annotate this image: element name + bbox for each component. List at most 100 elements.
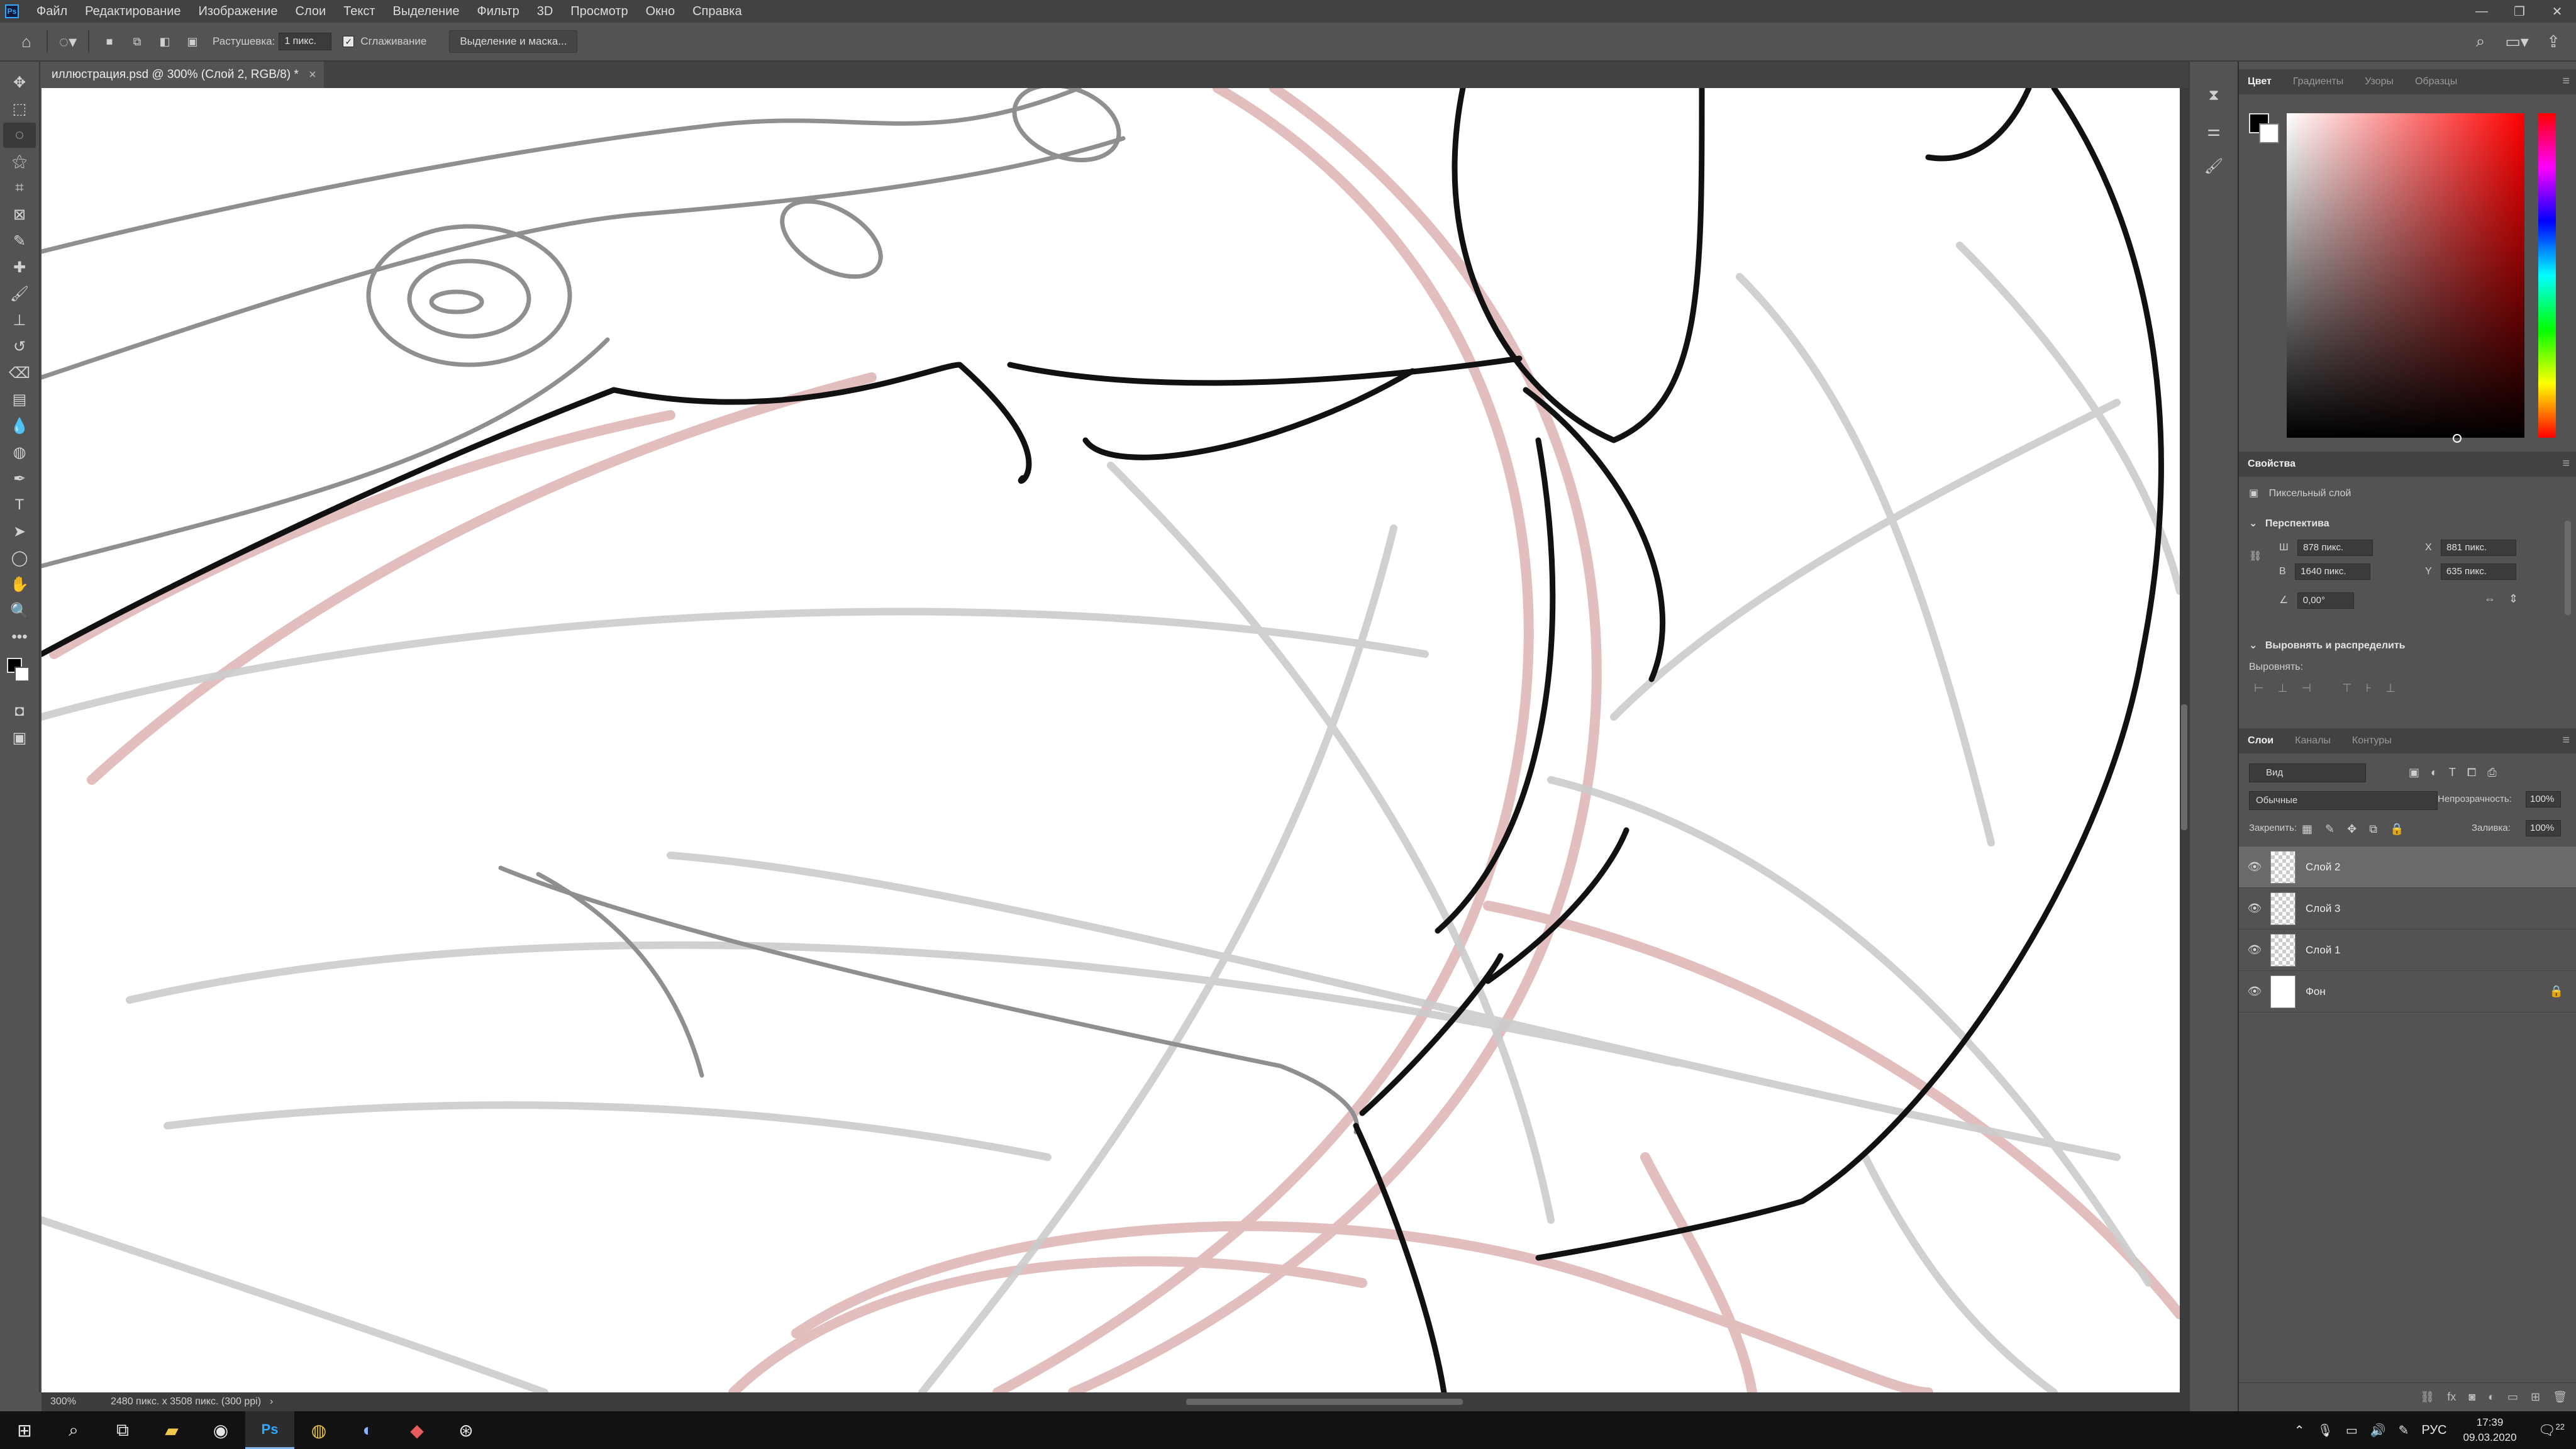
fill-field[interactable]: 100% [2526,820,2561,836]
share-icon[interactable]: ⇪ [2540,28,2567,55]
intersect-selection-icon[interactable]: ▣ [179,28,206,55]
lock-transparency-icon[interactable]: ▦ [2302,823,2312,836]
vertical-scrollbar-thumb[interactable] [2181,704,2187,830]
menu-3d[interactable]: 3D [528,0,562,23]
visibility-eye-icon[interactable]: 👁 [2239,943,2270,957]
new-layer-icon[interactable]: ⊞ [2531,1391,2540,1404]
menu-layers[interactable]: Слои [287,0,335,23]
add-mask-icon[interactable]: ◙ [2468,1391,2475,1404]
layer-row[interactable]: 👁 Слой 2 [2239,847,2576,888]
layer-name[interactable]: Слой 2 [2306,861,2341,874]
app-icon[interactable]: ◉ [196,1411,245,1449]
marquee-tool-icon[interactable]: ⬚ [3,96,36,121]
panel-menu-icon[interactable]: ≡ [2562,74,2570,89]
lock-position-icon[interactable]: ✥ [2347,823,2357,836]
tab-paths[interactable]: Контуры [2352,728,2392,753]
tab-properties[interactable]: Свойства [2248,452,2296,477]
add-selection-icon[interactable]: ⧉ [123,28,151,55]
visibility-eye-icon[interactable]: 👁 [2239,985,2270,998]
menu-view[interactable]: Просмотр [562,0,636,23]
menu-filter[interactable]: Фильтр [469,0,528,23]
background-color-swatch[interactable] [14,667,30,682]
layer-lock-icon[interactable]: 🔒 [2550,985,2563,998]
visibility-eye-icon[interactable]: 👁 [2239,902,2270,915]
menu-file[interactable]: Файл [28,0,76,23]
new-selection-icon[interactable]: ■ [96,28,123,55]
blend-mode-select[interactable]: Обычные [2249,791,2438,810]
hand-tool-icon[interactable]: ✋ [3,572,36,597]
artwork-canvas[interactable] [42,88,2180,1392]
flip-horizontal-icon[interactable]: ⇔ [2484,592,2496,605]
horizontal-scrollbar-thumb[interactable] [1186,1399,1463,1405]
notifications-icon[interactable]: 🗨22 [2527,1422,2576,1438]
antialias-checkbox[interactable]: ✓ [343,36,355,47]
chevron-up-icon[interactable]: ⌃ [2288,1423,2311,1438]
lock-pixels-icon[interactable]: ✎ [2325,823,2334,836]
language-indicator[interactable]: РУС [2415,1423,2453,1438]
tab-gradients[interactable]: Градиенты [2293,69,2343,94]
vertical-scrollbar[interactable] [2180,88,2189,1392]
screen-mode-icon[interactable]: ▣ [3,725,36,750]
color-picker-marker[interactable] [2453,434,2462,443]
tab-swatches[interactable]: Образцы [2415,69,2457,94]
app-icon[interactable]: ◆ [392,1411,441,1449]
canvas-area[interactable] [42,88,2189,1392]
filter-type-icon[interactable]: T [2449,766,2456,779]
align-section[interactable]: ⌄ Выровнять и распределить [2249,639,2406,652]
link-layers-icon[interactable]: ⛓ [2420,1391,2434,1404]
close-tab-icon[interactable]: × [309,62,316,88]
menu-help[interactable]: Справка [684,0,750,23]
status-more-icon[interactable]: › [270,1396,273,1407]
lasso-tool-icon[interactable]: ◌ [3,123,36,148]
filter-pixel-icon[interactable]: ▣ [2409,766,2419,779]
y-field[interactable]: 635 пикс. [2440,564,2516,580]
width-field[interactable]: 878 пикс. [2297,540,2373,556]
workspace-icon[interactable]: ▭▾ [2503,28,2531,55]
new-group-icon[interactable]: ▭ [2507,1391,2518,1404]
panel-background-swatch[interactable] [2259,123,2279,143]
document-info[interactable]: 2480 пикс. x 3508 пикс. (300 ppi) [98,1396,261,1407]
layer-row[interactable]: 👁 Фон 🔒 [2239,971,2576,1013]
menu-image[interactable]: Изображение [190,0,287,23]
filter-adjustment-icon[interactable]: ◐ [2431,766,2438,779]
filter-shape-icon[interactable]: ⧠ [2467,766,2476,779]
layer-name[interactable]: Слой 3 [2306,902,2341,915]
menu-type[interactable]: Текст [335,0,384,23]
clone-stamp-tool-icon[interactable]: ⊥ [3,308,36,333]
tab-layers[interactable]: Слои [2248,728,2273,753]
menu-edit[interactable]: Редактирование [76,0,189,23]
tab-channels[interactable]: Каналы [2295,728,2331,753]
menu-select[interactable]: Выделение [384,0,469,23]
layer-name[interactable]: Фон [2306,985,2326,998]
layer-style-icon[interactable]: fx [2447,1391,2456,1404]
search-icon[interactable]: ⌕ [49,1411,98,1449]
feather-input[interactable]: 1 пикс. [279,33,332,50]
adjustments-panel-icon[interactable]: ⚌ [2200,117,2228,145]
minimize-icon[interactable]: — [2463,0,2501,23]
flip-vertical-icon[interactable]: ⇕ [2509,592,2518,605]
pen-workspace-icon[interactable]: ✎ [2392,1423,2416,1438]
app-icon[interactable]: ◐ [343,1411,392,1449]
healing-brush-tool-icon[interactable]: ✚ [3,255,36,280]
document-tab[interactable]: иллюстрация.psd @ 300% (Слой 2, RGB/8) *… [42,62,324,88]
delete-layer-icon[interactable]: 🗑 [2553,1391,2567,1404]
lock-all-icon[interactable]: 🔒 [2390,823,2404,836]
saturation-brightness-field[interactable] [2287,113,2524,443]
network-icon[interactable]: ▭ [2340,1423,2364,1438]
history-panel-icon[interactable]: ⧗ [2200,82,2228,109]
lasso-preset-icon[interactable]: ◌▾ [54,28,82,55]
move-tool-icon[interactable]: ✥ [3,70,36,95]
zoom-tool-icon[interactable]: 🔍 [3,598,36,623]
align-buttons[interactable]: ⊢⊥⊣ ⊤⊦⊥ [2254,682,2409,695]
subtract-selection-icon[interactable]: ◧ [151,28,179,55]
gradient-tool-icon[interactable]: ▤ [3,387,36,412]
blur-tool-icon[interactable]: 💧 [3,413,36,438]
type-tool-icon[interactable]: T [3,492,36,518]
clock[interactable]: 17:39 09.03.2020 [2453,1415,2527,1445]
search-icon[interactable]: ⌕ [2467,28,2494,55]
crop-tool-icon[interactable]: ⌗ [3,175,36,201]
photoshop-taskbar-icon[interactable]: Ps [245,1411,294,1449]
dodge-tool-icon[interactable]: ◍ [3,440,36,465]
visibility-eye-icon[interactable]: 👁 [2239,860,2270,874]
x-field[interactable]: 881 пикс. [2441,540,2517,556]
